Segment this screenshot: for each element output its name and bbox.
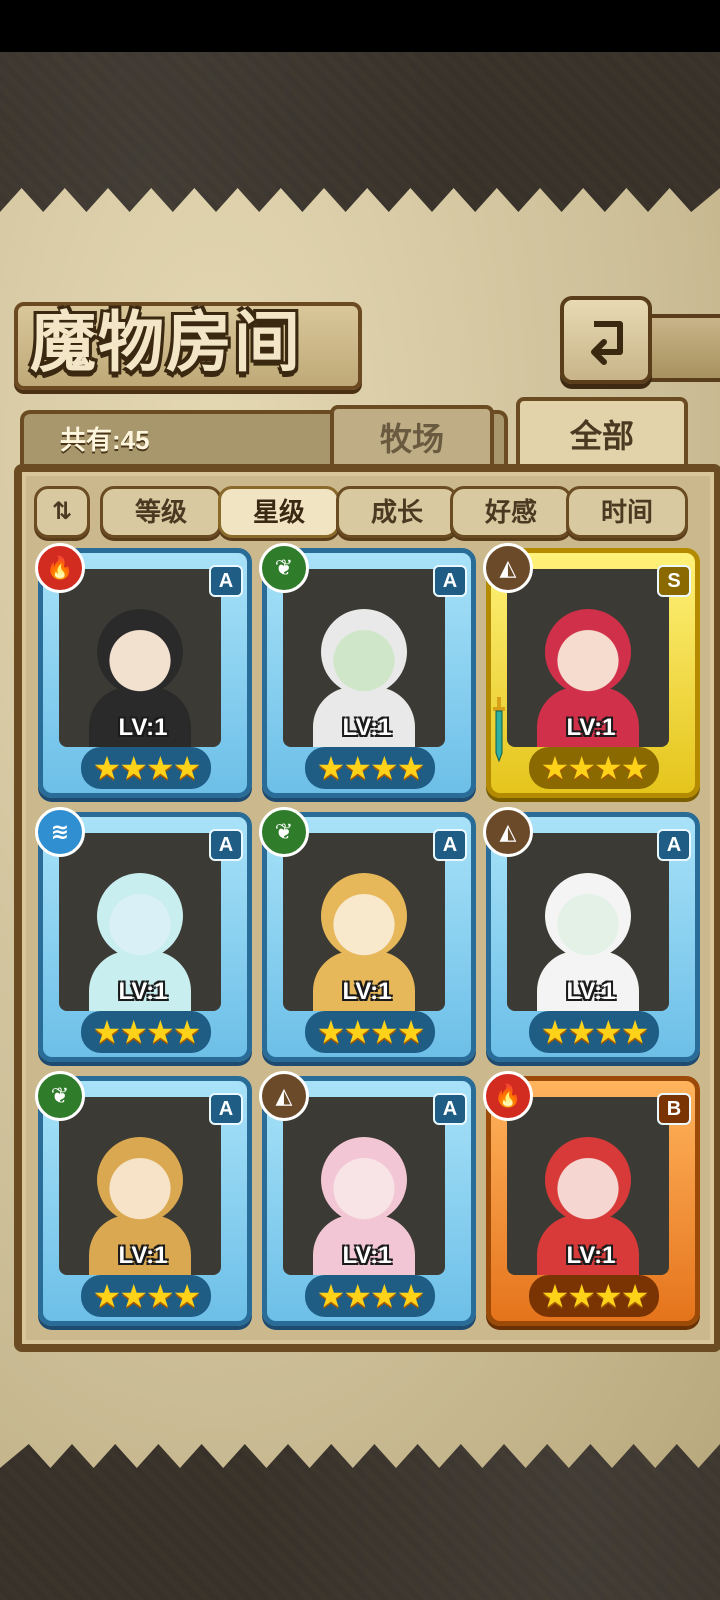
rank-badge: A	[209, 1093, 243, 1125]
portrait-head	[321, 873, 407, 959]
sword-icon	[493, 697, 505, 763]
filter-time-button[interactable]: 时间	[566, 486, 688, 538]
sort-order-toggle[interactable]: ⇅	[34, 486, 90, 538]
filter-level-button[interactable]: 等级	[100, 486, 222, 538]
portrait-head	[545, 873, 631, 959]
earth-element-icon: ◭	[483, 807, 533, 857]
level-label: LV:1	[118, 714, 168, 741]
star-rating: ★★★★	[529, 747, 659, 789]
rank-badge: A	[209, 565, 243, 597]
tab-ranch[interactable]: 牧场	[330, 405, 494, 469]
monster-card[interactable]: ❦ A LV:1 ★★★★	[259, 807, 476, 1062]
tab-all[interactable]: 全部	[516, 397, 688, 471]
star-rating: ★★★★	[305, 1275, 435, 1317]
level-label: LV:1	[342, 978, 392, 1005]
page-title: 魔物房间	[30, 303, 302, 381]
earth-element-icon: ◭	[483, 543, 533, 593]
rank-badge: A	[433, 565, 467, 597]
star-rating: ★★★★	[305, 747, 435, 789]
nature-element-icon: ❦	[35, 1071, 85, 1121]
portrait-head	[321, 1137, 407, 1223]
monster-card[interactable]: ◭ A LV:1 ★★★★	[259, 1071, 476, 1326]
star-rating: ★★★★	[81, 747, 211, 789]
fire-element-icon: 🔥	[483, 1071, 533, 1121]
rank-badge: A	[433, 829, 467, 861]
status-bar	[0, 0, 720, 52]
monster-card[interactable]: 🔥 B LV:1 ★★★★	[483, 1071, 700, 1326]
portrait-head	[545, 1137, 631, 1223]
nature-element-icon: ❦	[259, 807, 309, 857]
level-label: LV:1	[118, 978, 168, 1005]
star-rating: ★★★★	[529, 1011, 659, 1053]
portrait-head	[97, 609, 183, 695]
monster-card[interactable]: ≋ A LV:1 ★★★★	[35, 807, 252, 1062]
level-label: LV:1	[566, 978, 616, 1005]
rank-badge: A	[433, 1093, 467, 1125]
rank-badge: S	[657, 565, 691, 597]
portrait-head	[545, 609, 631, 695]
filter-stars-button[interactable]: 星级	[218, 486, 340, 538]
portrait-head	[321, 609, 407, 695]
star-rating: ★★★★	[305, 1011, 435, 1053]
rank-badge: A	[209, 829, 243, 861]
fire-element-icon: 🔥	[35, 543, 85, 593]
portrait-head	[97, 1137, 183, 1223]
monster-card[interactable]: ❦ A LV:1 ★★★★	[259, 543, 476, 798]
nature-element-icon: ❦	[259, 543, 309, 593]
monster-card[interactable]: 🔥 A LV:1 ★★★★	[35, 543, 252, 798]
monster-count: 共有:45	[60, 425, 150, 455]
monster-card[interactable]: ❦ A LV:1 ★★★★	[35, 1071, 252, 1326]
star-rating: ★★★★	[529, 1275, 659, 1317]
portrait-head	[97, 873, 183, 959]
rank-badge: A	[657, 829, 691, 861]
level-label: LV:1	[566, 1242, 616, 1269]
level-label: LV:1	[566, 714, 616, 741]
monster-card[interactable]: ◭ A LV:1 ★★★★	[483, 807, 700, 1062]
back-button[interactable]	[560, 296, 652, 384]
level-label: LV:1	[118, 1242, 168, 1269]
water-element-icon: ≋	[35, 807, 85, 857]
monster-card[interactable]: ◭ S LV:1 ★★★★	[483, 543, 700, 798]
back-button-tab	[640, 314, 720, 382]
level-label: LV:1	[342, 1242, 392, 1269]
star-rating: ★★★★	[81, 1275, 211, 1317]
filter-affection-button[interactable]: 好感	[450, 486, 572, 538]
filter-growth-button[interactable]: 成长	[336, 486, 458, 538]
star-rating: ★★★★	[81, 1011, 211, 1053]
level-label: LV:1	[342, 714, 392, 741]
return-arrow-icon	[591, 321, 623, 365]
rank-badge: B	[657, 1093, 691, 1125]
earth-element-icon: ◭	[259, 1071, 309, 1121]
